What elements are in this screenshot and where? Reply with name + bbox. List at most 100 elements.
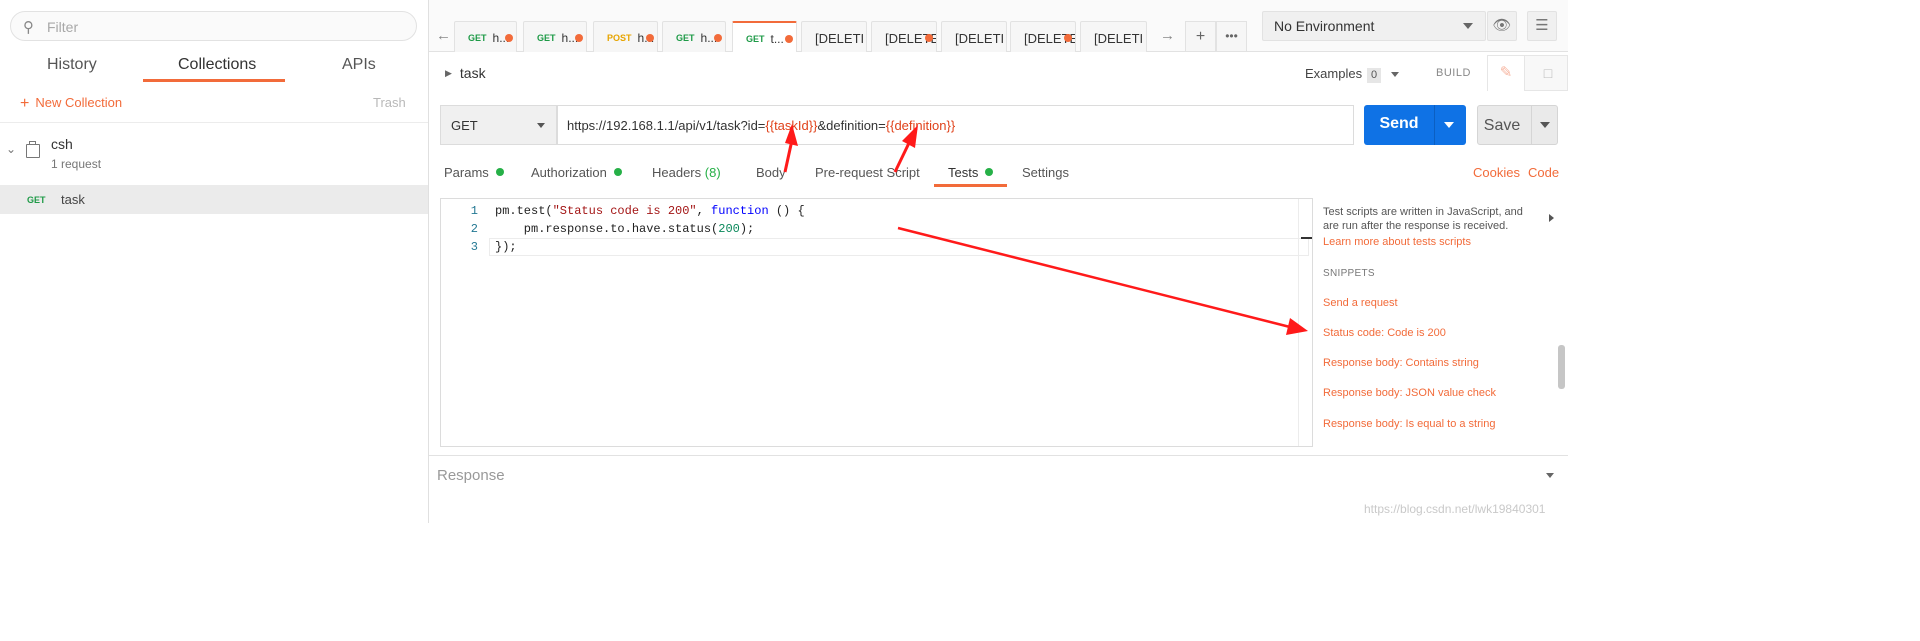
cookies-link[interactable]: Cookies <box>1473 165 1520 180</box>
code-token: function <box>711 204 769 218</box>
code-token: , <box>696 204 712 218</box>
mode-toggle: ✎ □ <box>1487 55 1568 91</box>
request-tab[interactable]: [DELETE <box>1010 21 1076 52</box>
trash-link[interactable]: Trash <box>373 95 406 110</box>
caret-down-icon[interactable] <box>1444 122 1454 128</box>
snippet-link[interactable]: Response body: Is equal to a string <box>1323 418 1495 430</box>
examples-dropdown[interactable]: Examples 0 <box>1305 66 1382 83</box>
request-tab[interactable]: GET h... <box>523 21 587 52</box>
tab-method: GET <box>676 33 695 43</box>
tab-history[interactable]: History <box>47 56 97 74</box>
sidebar: ⚲ History Collections APIs + New Collecti… <box>0 0 429 523</box>
sidebar-request-item[interactable]: GET task <box>0 185 428 214</box>
build-mode-label[interactable]: BUILD <box>1436 67 1471 79</box>
tab-title: [DELETI <box>955 31 1005 46</box>
request-tab[interactable]: POSTh... <box>593 21 658 52</box>
send-button[interactable]: Send <box>1364 105 1466 145</box>
new-collection-label: New Collection <box>35 95 123 110</box>
new-collection-button[interactable]: + New Collection <box>20 94 122 112</box>
postman-app: ⚲ History Collections APIs + New Collecti… <box>0 0 1568 523</box>
environment-select[interactable]: No Environment <box>1262 11 1486 41</box>
learn-more-link[interactable]: Learn more about tests scripts <box>1323 236 1471 248</box>
caret-down-icon[interactable] <box>1546 473 1554 478</box>
url-input[interactable]: https://192.168.1.1/api/v1/task?id={{tas… <box>557 105 1354 145</box>
save-label: Save <box>1483 117 1521 134</box>
caret-down-icon <box>1463 23 1473 29</box>
snippets-description: Test scripts are written in JavaScript, … <box>1323 206 1523 232</box>
sidebar-tabs: History Collections APIs <box>0 52 429 82</box>
tab-authorization[interactable]: Authorization <box>531 165 622 180</box>
eye-icon[interactable]: 👁 <box>1487 11 1517 41</box>
collapse-panel-icon[interactable] <box>1549 214 1554 222</box>
save-button[interactable]: Save <box>1477 105 1558 145</box>
code-line: pm.response.to.have.status(200); <box>495 222 754 236</box>
divider <box>1434 105 1435 145</box>
request-tab[interactable]: [DELETI <box>941 21 1007 52</box>
code-token: ); <box>739 222 755 236</box>
tab-params[interactable]: Params <box>444 165 504 180</box>
comment-icon[interactable]: □ <box>1528 56 1568 91</box>
unsaved-dot <box>575 34 583 42</box>
caret-down-icon[interactable] <box>1540 122 1550 128</box>
tab-tests[interactable]: Tests <box>948 165 994 180</box>
arrow-right-icon[interactable]: → <box>1160 27 1175 44</box>
snippets-scrollbar[interactable] <box>1558 345 1565 389</box>
snippet-link[interactable]: Response body: Contains string <box>1323 357 1479 369</box>
snippet-link[interactable]: Send a request <box>1323 297 1398 309</box>
examples-label: Examples <box>1305 66 1363 81</box>
triangle-right-icon: ▶ <box>445 68 452 78</box>
tab-settings[interactable]: Settings <box>1022 165 1069 180</box>
tab-collections[interactable]: Collections <box>178 56 256 74</box>
scroll-marker <box>1301 237 1312 239</box>
caret-down-icon[interactable] <box>1391 72 1399 77</box>
unsaved-dot <box>505 34 513 42</box>
code-token: () { <box>768 204 805 218</box>
tab-apis[interactable]: APIs <box>342 56 376 74</box>
tab-prerequest-script[interactable]: Pre-request Script <box>815 165 920 180</box>
divider <box>1531 106 1532 144</box>
tab-headers[interactable]: Headers (8) <box>652 165 721 180</box>
method-label: GET <box>451 118 478 133</box>
tab-method: GET <box>746 34 765 44</box>
tab-body[interactable]: Body <box>756 165 786 180</box>
request-tab-active[interactable]: GET t... <box>732 21 797 52</box>
code-link[interactable]: Code <box>1528 165 1559 180</box>
tab-params-label: Params <box>444 165 489 180</box>
request-tab[interactable]: GET h... <box>454 21 517 52</box>
chevron-down-icon[interactable]: ⌄ <box>6 142 16 156</box>
request-method-badge: GET <box>27 195 46 205</box>
filter-input[interactable] <box>47 17 407 37</box>
method-select[interactable]: GET <box>440 105 557 145</box>
response-panel[interactable]: Response <box>429 455 1568 493</box>
filter-box[interactable]: ⚲ <box>10 11 417 41</box>
collection-request-count: 1 request <box>51 157 102 171</box>
unsaved-dot <box>646 34 654 42</box>
snippet-link[interactable]: Response body: JSON value check <box>1323 387 1496 399</box>
line-number: 2 <box>470 222 478 236</box>
request-title-label: task <box>459 65 486 81</box>
collection-item[interactable]: ⌄ csh 1 request <box>0 130 428 178</box>
headers-count: (8) <box>704 165 721 180</box>
pencil-icon[interactable]: ✎ <box>1488 56 1525 91</box>
request-tab[interactable]: GET h... <box>662 21 726 52</box>
current-line-highlight <box>489 238 1309 256</box>
request-title[interactable]: ▶ task <box>445 65 486 81</box>
request-tab[interactable]: [DELETE <box>871 21 937 52</box>
code-line: pm.test("Status code is 200", function (… <box>495 204 805 218</box>
tab-title: t... <box>770 32 784 46</box>
unsaved-dot <box>714 34 722 42</box>
request-tab[interactable]: [DELETI <box>1080 21 1147 52</box>
tab-tests-label: Tests <box>948 165 979 180</box>
request-tab[interactable]: [DELETI <box>801 21 867 52</box>
tests-code-editor[interactable]: 1 2 3 pm.test("Status code is 200", func… <box>440 198 1313 447</box>
unsaved-dot <box>925 34 933 42</box>
arrow-left-icon[interactable]: ← <box>436 27 451 44</box>
settings-sliders-icon[interactable]: ☰ <box>1527 11 1557 41</box>
caret-down-icon <box>537 123 545 128</box>
editor-scrollbar[interactable] <box>1298 199 1313 446</box>
url-text: &definition= <box>817 118 886 133</box>
snippet-link[interactable]: Status code: Code is 200 <box>1323 327 1446 339</box>
url-variable: {{definition}} <box>885 118 956 133</box>
new-tab-button[interactable]: + <box>1185 21 1216 52</box>
more-tabs-icon[interactable]: ••• <box>1216 21 1247 52</box>
